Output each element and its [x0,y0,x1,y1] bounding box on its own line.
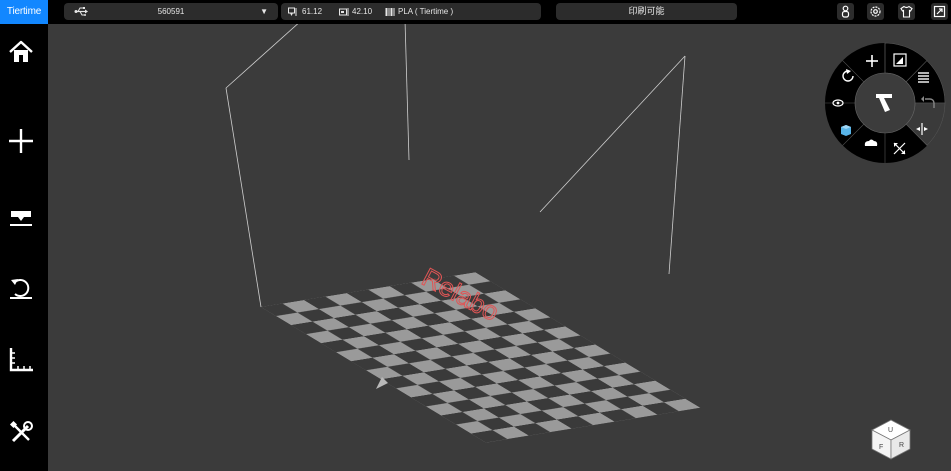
measure-button[interactable] [0,337,48,383]
tiertime-logo: Tiertime [0,0,48,24]
left-sidebar [0,24,48,471]
measure-icon [9,348,33,372]
shirt-button[interactable] [898,3,915,20]
printer-status-bar: 61.12 42.10 PLA ( Tiertime ) [281,3,541,20]
exit-icon [933,5,946,18]
nozzle-temperature: 61.12 [302,7,323,16]
solid-view-icon[interactable] [841,125,851,136]
tools-button[interactable] [0,410,48,456]
printer-serial: 560591 [157,7,185,16]
view-cube-right[interactable]: R [899,442,904,449]
add-model-button[interactable] [0,118,48,164]
build-volume-frame [225,24,686,308]
tools-icon [9,420,33,443]
home-icon [9,40,33,62]
exit-button[interactable] [931,3,948,20]
print-button[interactable] [0,191,48,237]
settings-icon [870,6,881,17]
chevron-down-icon[interactable]: ▼ [260,3,268,20]
printer-state: 印刷可能 [556,3,737,20]
user-button[interactable] [837,3,854,20]
view-cube[interactable]: U F R [870,418,912,460]
user-icon [841,5,850,18]
view-cube-up[interactable]: U [888,427,893,434]
calibrate-icon [10,279,32,299]
build-volume-viewport[interactable]: Relabo [48,24,951,471]
material-label: PLA ( Tiertime ) [398,7,454,16]
nozzle-temp-icon [288,7,297,16]
add-icon [9,129,33,153]
home-button[interactable] [0,29,48,75]
settings-button[interactable] [867,3,884,20]
calibrate-button[interactable] [0,264,48,310]
printer-selector[interactable]: 560591 ▼ [64,3,278,20]
bed-temperature: 42.10 [352,7,373,16]
top-bar: Tiertime 560591 ▼ 61.12 42.10 PLA (Tier… [0,0,951,24]
material-icon [385,8,395,16]
shirt-icon [900,5,913,18]
view-cube-front[interactable]: F [879,444,883,451]
print-icon [10,211,32,226]
bed-temp-icon [339,8,349,16]
transform-wheel[interactable] [824,42,946,164]
